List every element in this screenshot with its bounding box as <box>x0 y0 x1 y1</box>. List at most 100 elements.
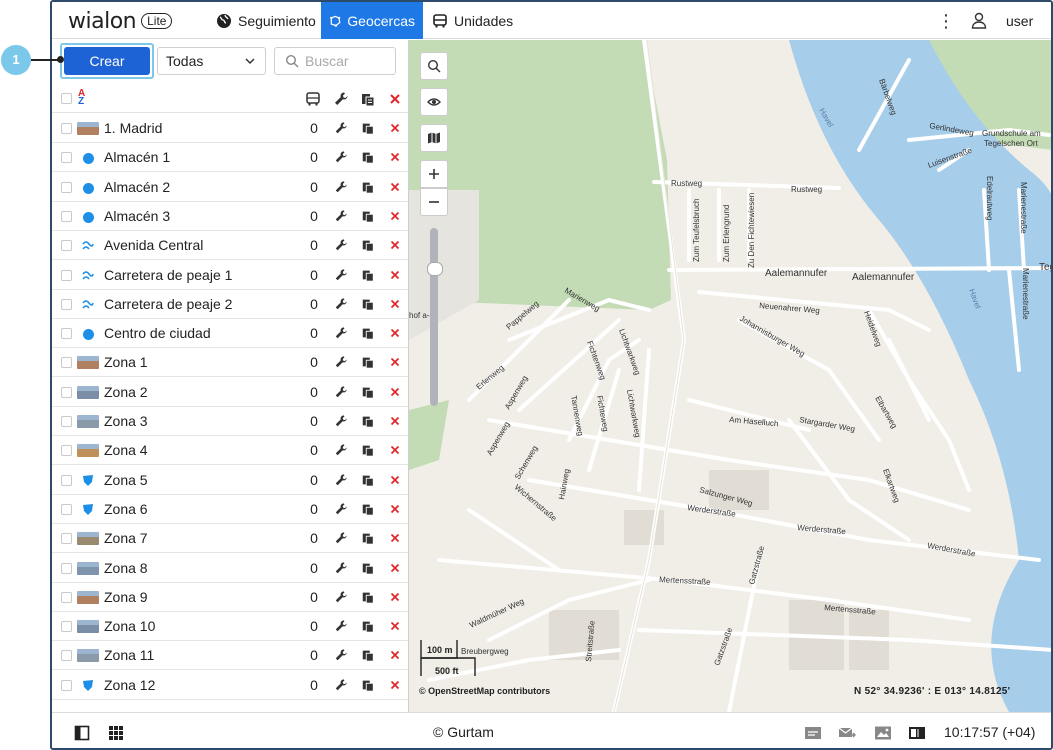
delete-all-icon[interactable] <box>387 91 403 107</box>
messages-icon[interactable] <box>838 725 856 741</box>
geofence-row[interactable]: Zona 8 0 <box>52 554 408 583</box>
user-name[interactable]: user <box>1006 13 1033 29</box>
wrench-icon[interactable] <box>334 180 348 194</box>
geofence-row[interactable]: Zona 10 0 <box>52 612 408 642</box>
apps-grid-icon[interactable] <box>108 725 124 741</box>
row-checkbox[interactable] <box>61 269 72 281</box>
wrench-icon[interactable] <box>334 297 348 311</box>
wrench-icon[interactable] <box>334 238 348 252</box>
copy-icon[interactable] <box>361 502 375 516</box>
image-icon[interactable] <box>874 725 892 741</box>
delete-icon[interactable] <box>388 297 402 311</box>
delete-icon[interactable] <box>388 150 402 164</box>
user-icon[interactable] <box>970 11 988 29</box>
split-view-icon[interactable] <box>908 725 926 741</box>
map-search-button[interactable] <box>420 52 448 80</box>
delete-icon[interactable] <box>388 590 402 604</box>
delete-icon[interactable] <box>388 414 402 428</box>
wrench-icon[interactable] <box>334 209 348 223</box>
copy-icon[interactable] <box>361 326 375 340</box>
geofence-name[interactable]: Almacén 3 <box>104 208 170 224</box>
delete-icon[interactable] <box>388 268 402 282</box>
copy-icon[interactable] <box>360 91 376 107</box>
delete-icon[interactable] <box>388 678 402 692</box>
wrench-icon[interactable] <box>334 268 348 282</box>
zoom-slider[interactable] <box>430 228 438 406</box>
zoom-slider-handle[interactable] <box>427 262 443 276</box>
copy-icon[interactable] <box>361 385 375 399</box>
row-checkbox[interactable] <box>61 123 72 134</box>
filter-select[interactable]: Todas <box>157 47 266 75</box>
wrench-icon[interactable] <box>334 502 348 516</box>
select-all-checkbox[interactable] <box>61 93 72 104</box>
wrench-icon[interactable] <box>334 326 348 340</box>
wrench-icon[interactable] <box>334 531 348 545</box>
map-visibility-button[interactable] <box>420 88 448 116</box>
create-button[interactable]: Crear <box>64 47 150 75</box>
copy-icon[interactable] <box>361 150 375 164</box>
geofence-name[interactable]: Zona 8 <box>104 560 148 576</box>
geofence-name[interactable]: Zona 4 <box>104 442 148 458</box>
wrench-icon[interactable] <box>334 443 348 457</box>
geofence-row[interactable]: Almacén 1 0 <box>52 143 408 173</box>
wrench-icon[interactable] <box>334 121 348 135</box>
row-checkbox[interactable] <box>61 298 72 310</box>
row-checkbox[interactable] <box>61 650 72 662</box>
copy-icon[interactable] <box>361 180 375 194</box>
units-column-icon[interactable] <box>305 91 321 107</box>
geofence-name[interactable]: Centro de ciudad <box>104 325 211 341</box>
row-checkbox[interactable] <box>61 357 72 369</box>
copy-icon[interactable] <box>361 443 375 457</box>
geofence-name[interactable]: Zona 2 <box>104 384 148 400</box>
wrench-icon[interactable] <box>334 648 348 662</box>
geofence-row[interactable]: Zona 7 0 <box>52 524 408 554</box>
more-menu-icon[interactable]: ⋮ <box>937 11 955 31</box>
geofence-row[interactable]: Zona 2 0 <box>52 378 408 407</box>
geofence-name[interactable]: 1. Madrid <box>104 120 162 136</box>
wrench-icon[interactable] <box>334 619 348 633</box>
copy-icon[interactable] <box>361 355 375 369</box>
copy-icon[interactable] <box>361 268 375 282</box>
wrench-icon[interactable] <box>334 150 348 164</box>
copy-icon[interactable] <box>361 414 375 428</box>
row-checkbox[interactable] <box>61 562 72 574</box>
geofence-name[interactable]: Zona 10 <box>104 618 155 634</box>
geofence-row[interactable]: 1. Madrid 0 <box>52 114 408 143</box>
wrench-icon[interactable] <box>334 678 348 692</box>
geofence-name[interactable]: Zona 9 <box>104 589 148 605</box>
geofence-name[interactable]: Almacén 1 <box>104 149 170 165</box>
delete-icon[interactable] <box>388 180 402 194</box>
delete-icon[interactable] <box>388 326 402 340</box>
geofence-row[interactable]: Zona 9 0 <box>52 583 408 612</box>
geofence-row[interactable]: Almacén 2 0 <box>52 173 408 202</box>
geofence-name[interactable]: Zona 12 <box>104 677 155 693</box>
search-input[interactable]: Buscar <box>274 47 396 75</box>
delete-icon[interactable] <box>388 209 402 223</box>
wrench-icon[interactable] <box>334 473 348 487</box>
sort-az-icon[interactable]: AZ <box>78 89 85 107</box>
wrench-icon[interactable] <box>334 590 348 604</box>
wrench-icon[interactable] <box>334 355 348 369</box>
wrench-icon[interactable] <box>333 91 349 107</box>
delete-icon[interactable] <box>388 355 402 369</box>
row-checkbox[interactable] <box>61 181 72 193</box>
delete-icon[interactable] <box>388 502 402 516</box>
copy-icon[interactable] <box>361 473 375 487</box>
geofence-row[interactable]: Almacén 3 0 <box>52 202 408 231</box>
geofence-name[interactable]: Carretera de peaje 2 <box>104 296 232 312</box>
delete-icon[interactable] <box>388 619 402 633</box>
row-checkbox[interactable] <box>61 503 72 515</box>
copy-icon[interactable] <box>361 648 375 662</box>
geofence-row[interactable]: Carretera de peaje 1 0 <box>52 261 408 290</box>
row-checkbox[interactable] <box>61 679 72 691</box>
copy-icon[interactable] <box>361 209 375 223</box>
geofence-name[interactable]: Carretera de peaje 1 <box>104 267 232 283</box>
tab-seguimiento[interactable]: Seguimiento <box>208 2 324 39</box>
row-checkbox[interactable] <box>61 240 72 252</box>
geofence-row[interactable]: Zona 12 0 <box>52 671 408 700</box>
delete-icon[interactable] <box>388 561 402 575</box>
delete-icon[interactable] <box>388 238 402 252</box>
map-view[interactable]: Bärbelweg Havel Gerlindeweg Grundschule … <box>409 40 1051 712</box>
geofence-name[interactable]: Zona 7 <box>104 530 148 546</box>
delete-icon[interactable] <box>388 121 402 135</box>
